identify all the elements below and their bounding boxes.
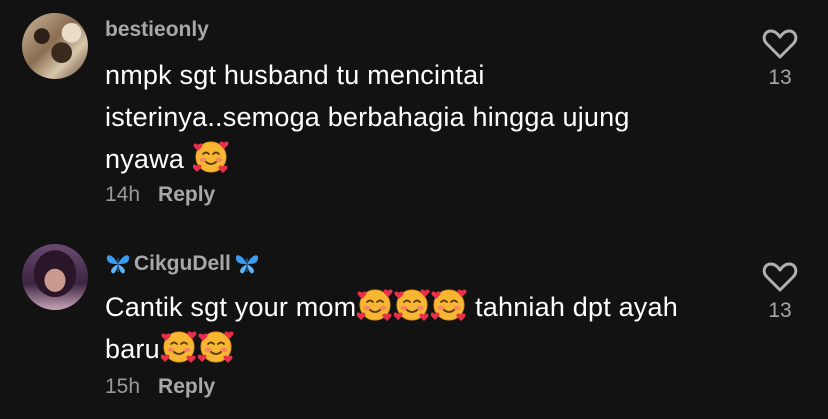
comment-text-line: isterinya..semoga berbahagia hingga ujun… <box>105 102 630 132</box>
smiling-face-with-hearts-icon <box>161 329 197 365</box>
comment-text-line: nyawa <box>105 144 185 174</box>
like-count: 13 <box>768 66 792 89</box>
smiling-face-with-hearts-icon <box>394 287 430 323</box>
comment-timestamp: 15h <box>105 375 141 398</box>
comment-item: CikguDell Cantik sgt your mom tahniah dp… <box>0 225 828 419</box>
comment-text-line: nmpk sgt husband tu mencintai <box>105 60 485 90</box>
comment-text-segment: tahniah dpt ayah <box>467 292 678 322</box>
smiling-face-with-hearts-icon <box>431 287 467 323</box>
reply-button[interactable]: Reply <box>158 183 215 207</box>
reply-button[interactable]: Reply <box>158 375 215 399</box>
smiling-face-with-hearts-icon <box>198 329 234 365</box>
comment-username[interactable]: bestieonly <box>105 18 209 42</box>
smiling-face-with-hearts-icon <box>193 139 229 175</box>
smiling-face-with-hearts-icon <box>357 287 393 323</box>
like-button[interactable]: 13 <box>756 28 804 90</box>
comment-username-row[interactable]: CikguDell <box>105 252 260 276</box>
avatar[interactable] <box>22 13 88 79</box>
avatar[interactable] <box>22 244 88 310</box>
butterfly-icon <box>105 252 131 276</box>
heart-icon[interactable] <box>762 28 798 60</box>
heart-icon[interactable] <box>762 261 798 293</box>
comment-meta: 14h Reply <box>105 183 215 207</box>
comment-text: Cantik sgt your mom tahniah dpt ayah bar… <box>105 286 745 370</box>
comment-username[interactable]: CikguDell <box>134 252 231 276</box>
comment-text-segment: Cantik sgt your mom <box>105 292 357 322</box>
comment-text-segment: baru <box>105 334 160 364</box>
comment-item: bestieonly nmpk sgt husband tu mencintai… <box>0 0 828 225</box>
like-button[interactable]: 13 <box>756 261 804 323</box>
like-count: 13 <box>768 299 792 322</box>
comment-text: nmpk sgt husband tu mencintai isterinya.… <box>105 54 745 180</box>
butterfly-icon <box>234 252 260 276</box>
comment-meta: 15h Reply <box>105 375 215 399</box>
comment-timestamp: 14h <box>105 183 141 206</box>
